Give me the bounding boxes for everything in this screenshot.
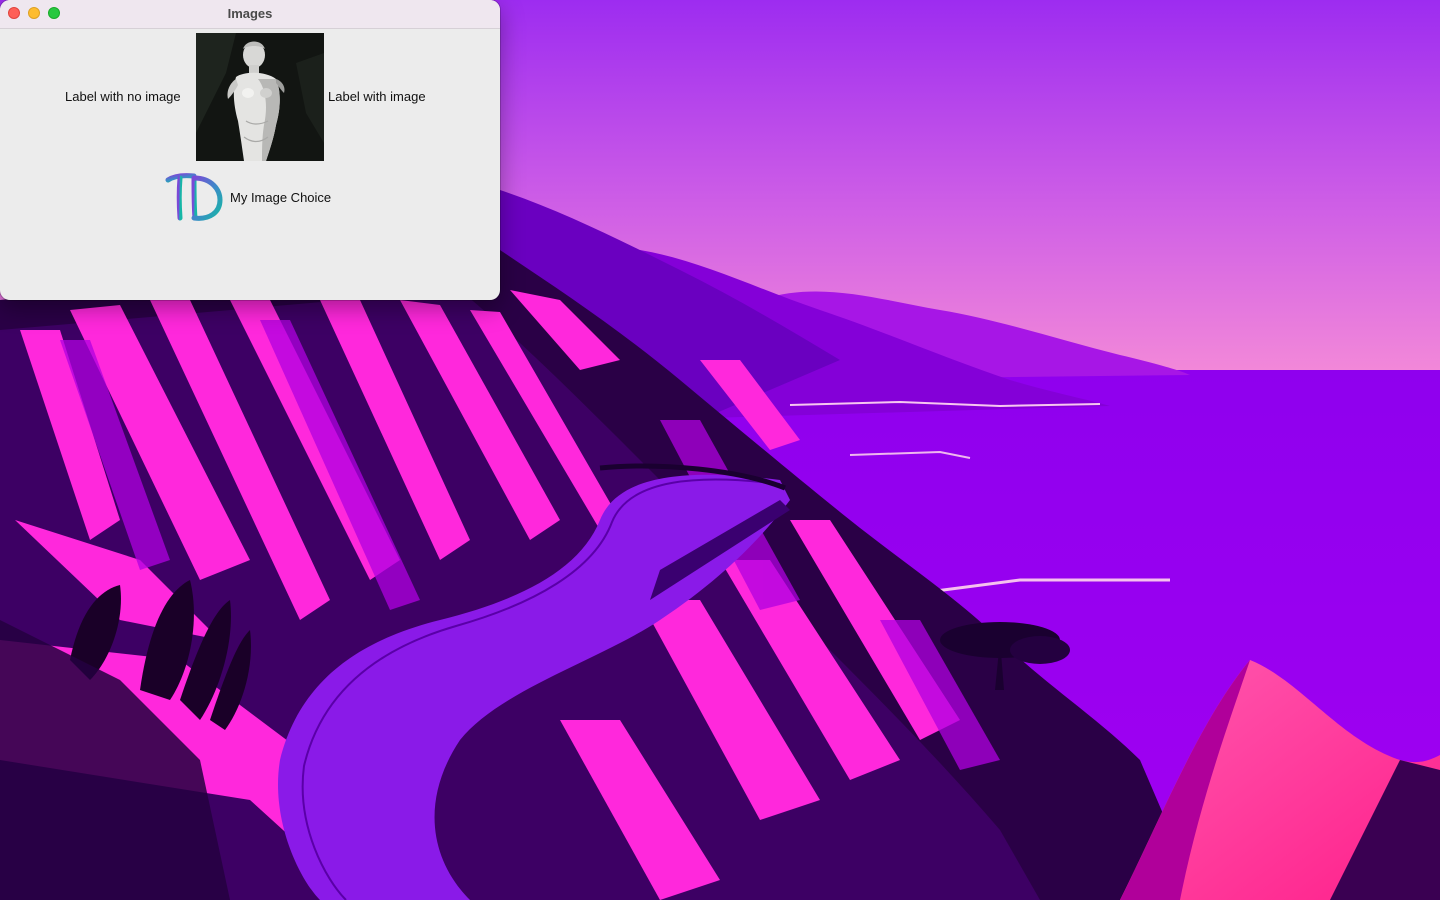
label-no-image: Label with no image [65,89,181,104]
images-window: Images Label with no image Label with im… [0,0,500,300]
title-bar[interactable]: Images [0,0,500,29]
image-label-row: Label with no image Label with image [0,33,500,161]
label-with-image: Label with image [328,89,426,104]
label-image-choice: My Image Choice [230,190,332,205]
image-choice-row: My Image Choice [0,172,500,224]
window-title: Images [227,6,273,21]
td-logo-icon [164,172,224,224]
statue-image [196,33,324,161]
